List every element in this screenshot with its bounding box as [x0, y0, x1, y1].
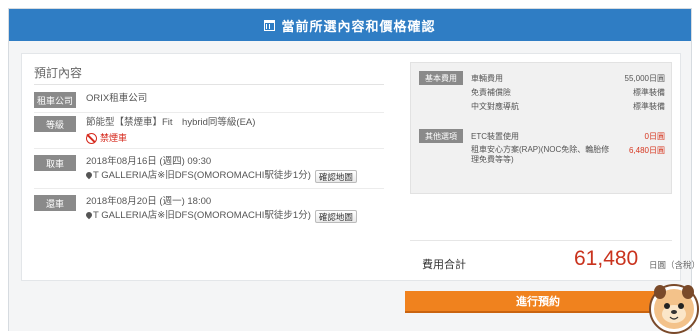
basic-fees-label: 基本費用 — [419, 71, 463, 85]
row-divider — [34, 148, 384, 149]
pickup-datetime: 2018年08月16日 (週四) 09:30 — [86, 156, 212, 167]
pickup-label: 取車 — [34, 155, 76, 171]
fee-summary-box: 基本費用 車輛費用 55,000日圓 免責補償險 標準裝備 中文對應導航 標準裝… — [410, 62, 672, 194]
class-label: 等級 — [34, 116, 76, 132]
company-row: 租車公司 ORIX租車公司 — [34, 92, 147, 108]
fee-amount: 55,000日圓 — [624, 73, 665, 83]
fee-item: 車輛費用 55,000日圓 — [471, 71, 665, 85]
total-label: 費用合計 — [422, 259, 466, 271]
class-row: 等級 節能型【禁煙車】Fit hybrid同等級(EA) 禁煙車 — [34, 116, 255, 145]
location-pin-icon — [86, 172, 92, 181]
calendar-icon — [264, 19, 276, 31]
fee-amount: 0日圓 — [644, 131, 665, 141]
class-value: 節能型【禁煙車】Fit hybrid同等級(EA) — [86, 117, 256, 128]
return-map-button[interactable]: 確認地圖 — [314, 209, 357, 223]
booking-section-title: 預訂內容 — [34, 66, 83, 80]
booking-card: 預訂內容 租車公司 ORIX租車公司 等級 節能型【禁煙車】Fit hybrid… — [21, 53, 700, 281]
return-datetime: 2018年08月20日 (週一) 18:00 — [86, 196, 212, 207]
fee-amount: 6,480日圓 — [628, 146, 665, 155]
fee-item: 租車安心方案(RAP)(NOC免除、輪胎修理免費等等) 6,480日圓 — [471, 143, 665, 167]
fee-amount: 標準裝備 — [633, 87, 665, 97]
total-divider — [410, 240, 672, 241]
reservation-panel: 當前所選內容和價格確認 預訂內容 租車公司 ORIX租車公司 等級 節能型【禁煙… — [8, 8, 700, 334]
pickup-location: T GALLERIA店※旧DFS(OMOROMACHI駅徒步1分) — [93, 170, 311, 181]
panel-header: 當前所選內容和價格確認 — [9, 9, 691, 41]
other-fees-label: 其他選項 — [419, 129, 463, 143]
header-title: 當前所選內容和價格確認 — [281, 18, 436, 34]
fee-item: ETC裝置使用 0日圓 — [471, 129, 665, 143]
section-divider — [34, 84, 384, 85]
return-label: 還車 — [34, 195, 76, 211]
row-divider — [34, 112, 384, 113]
fee-name: 中文對應導航 — [471, 101, 519, 111]
mascot-logo-icon — [649, 284, 699, 334]
total-amount: 61,480 — [574, 247, 639, 270]
fee-name: 租車安心方案(RAP)(NOC免除、輪胎修理免費等等) — [471, 145, 610, 164]
no-smoking-icon — [86, 132, 97, 144]
fee-name: 免責補償險 — [471, 87, 511, 97]
pickup-map-button[interactable]: 確認地圖 — [314, 169, 357, 183]
confirm-reservation-button[interactable]: 進行預約 — [405, 291, 671, 313]
return-row: 還車 2018年08月20日 (週一) 18:00 T GALLERIA店※旧D… — [34, 195, 357, 223]
other-fees: 其他選項 ETC裝置使用 0日圓 租車安心方案(RAP)(NOC免除、輪胎修理免… — [419, 129, 665, 167]
pickup-row: 取車 2018年08月16日 (週四) 09:30 T GALLERIA店※旧D… — [34, 155, 357, 183]
fee-amount: 標準裝備 — [633, 101, 665, 111]
fee-item: 中文對應導航 標準裝備 — [471, 99, 665, 113]
non-smoking-label: 禁煙車 — [100, 133, 128, 143]
fee-item: 免責補償險 標準裝備 — [471, 85, 665, 99]
company-label: 租車公司 — [34, 92, 76, 108]
company-value: ORIX租車公司 — [86, 93, 148, 104]
fee-name: 車輛費用 — [471, 73, 503, 83]
total-unit: 日圓（含稅） — [649, 260, 700, 270]
fee-name: ETC裝置使用 — [471, 131, 519, 141]
location-pin-icon — [86, 212, 92, 221]
return-location: T GALLERIA店※旧DFS(OMOROMACHI駅徒步1分) — [93, 210, 311, 221]
non-smoking-badge: 禁煙車 — [86, 131, 255, 145]
basic-fees: 基本費用 車輛費用 55,000日圓 免責補償險 標準裝備 中文對應導航 標準裝… — [419, 71, 665, 113]
row-divider — [34, 188, 384, 189]
